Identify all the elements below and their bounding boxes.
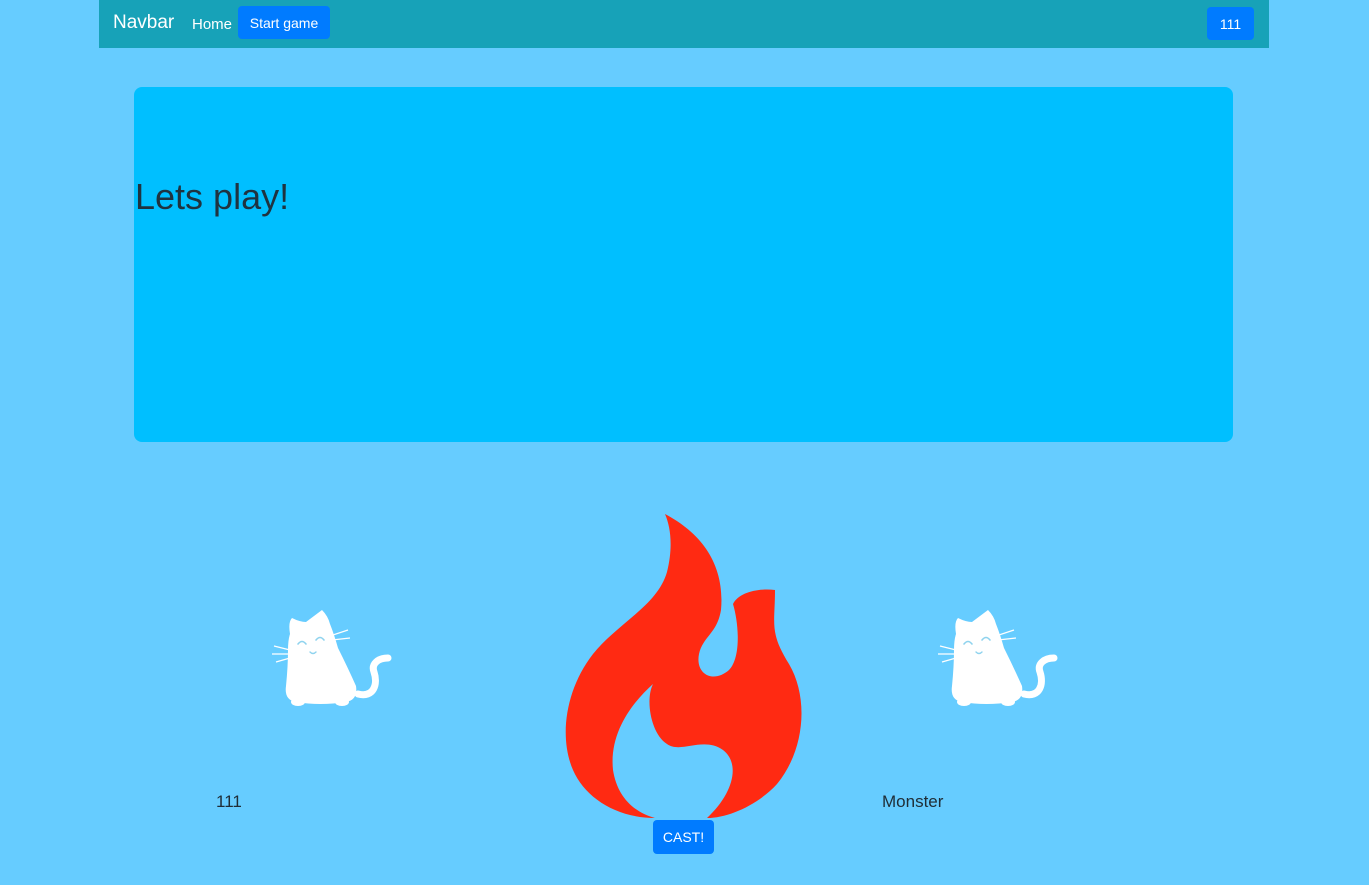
player-cat-icon: [272, 610, 392, 706]
hero-panel: Lets play!: [134, 87, 1233, 442]
cast-button[interactable]: CAST!: [653, 820, 714, 854]
navbar: Navbar Home Start game 111: [99, 0, 1269, 48]
player-name: 111: [216, 792, 242, 811]
user-button[interactable]: 111: [1207, 7, 1254, 40]
nav-home-link[interactable]: Home: [192, 16, 232, 33]
monster-name: Monster: [882, 792, 944, 811]
start-game-button[interactable]: Start game: [238, 6, 330, 39]
page-title: Lets play!: [135, 176, 290, 217]
monster-cat-icon: [938, 610, 1058, 706]
fire-spell-icon: [565, 514, 802, 818]
navbar-brand[interactable]: Navbar: [113, 12, 174, 34]
